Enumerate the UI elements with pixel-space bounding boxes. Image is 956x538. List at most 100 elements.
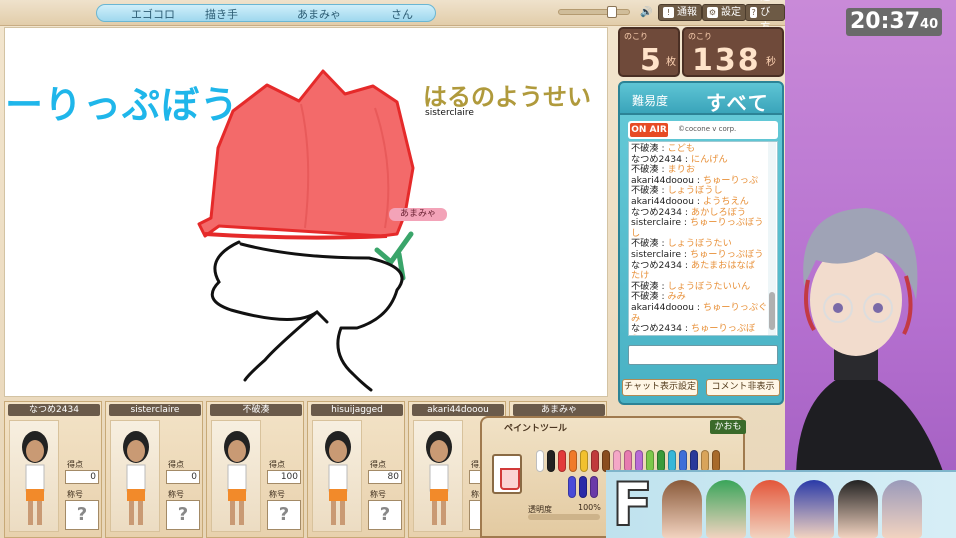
player-card[interactable]: 不破湊 得点 100 称号? (206, 401, 304, 538)
bucket-icon[interactable] (492, 454, 522, 494)
player-figure (22, 431, 48, 525)
color-swatch[interactable] (536, 450, 544, 472)
points-label: 得点 (67, 460, 83, 469)
onair-bar: ON AIR ©cocone v corp. (628, 121, 778, 139)
member-face-1 (662, 480, 702, 538)
title-value: ? (65, 500, 99, 530)
settings-label: 設定 (721, 7, 741, 18)
difficulty-panel: 難易度 すべて (618, 81, 784, 115)
banner-letter: F (611, 470, 654, 538)
color-swatch[interactable] (701, 450, 709, 472)
color-swatch[interactable] (602, 450, 610, 472)
report-button[interactable]: ! 通報 (658, 4, 702, 21)
help-icon: ? (750, 7, 758, 18)
volume-slider[interactable] (558, 6, 630, 18)
color-swatch[interactable] (579, 476, 587, 498)
player-figure (224, 431, 250, 525)
settings-icon: ⚙ (707, 7, 718, 18)
member-face-2 (706, 480, 746, 538)
chat-text: にんげん (690, 153, 728, 165)
stream-screen: エゴコロ 描き手 あまみゃ さん 🔊 !通報 ⚙設定 ?遊び方 20:3740 … (0, 0, 956, 538)
clock-time: 20:37 (850, 9, 921, 34)
chat-user: 不破湊 (631, 185, 659, 197)
player-name: sisterclaire (109, 404, 201, 416)
member-face-3 (750, 480, 790, 538)
title-label: 称号 (67, 490, 83, 499)
paint-tool-title: ペイントツール (504, 424, 568, 434)
color-swatch[interactable] (690, 450, 698, 472)
title-value: ? (166, 500, 200, 530)
clock-seconds: 40 (920, 17, 939, 32)
chat-text: しょうぼうたい (667, 238, 732, 250)
cursor-tag: あまみゃ (389, 208, 447, 221)
player-figure (325, 431, 351, 525)
drawing-canvas[interactable]: ーりっぷぼう はるのようせい sisterclaire あまみゃ (4, 27, 608, 397)
color-swatch[interactable] (591, 450, 599, 472)
points-label: 得点 (269, 460, 285, 469)
settings-button[interactable]: ⚙ 設定 (702, 4, 746, 21)
color-swatch[interactable] (568, 476, 576, 498)
chat-text: まりお (667, 164, 696, 176)
drawer-name: はるのようせい (423, 83, 591, 111)
chat-text: あたまおはなば (690, 259, 755, 271)
player-avatar (211, 420, 261, 532)
topic-word-drawer: あまみゃ (297, 8, 341, 21)
streamer-avatar (796, 208, 946, 480)
color-swatch[interactable] (624, 450, 632, 472)
player-name: hisuijagged (311, 404, 403, 416)
title-value: ? (267, 500, 301, 530)
color-swatch[interactable] (712, 450, 720, 472)
color-swatch[interactable] (547, 450, 555, 472)
topic-word-role: 描き手 (205, 8, 238, 21)
color-swatch[interactable] (613, 450, 621, 472)
seconds-label: のこり (688, 32, 712, 41)
player-card[interactable]: sisterclaire 得点 0 称号? (105, 401, 203, 538)
chat-user: sisterclaire (631, 217, 681, 229)
chat-text: みみ (667, 291, 686, 303)
help-button[interactable]: ?遊び方 (745, 0, 785, 33)
chat-user: sisterclaire (631, 248, 681, 260)
chat-text: ちゅーりっぷぼ (690, 323, 756, 335)
answer-text: ーりっぷぼう (5, 83, 240, 127)
player-name: なつめ2434 (8, 404, 100, 416)
opacity-value: 100% (578, 503, 601, 512)
difficulty-value: すべて (706, 91, 770, 115)
speaker-button[interactable]: 🔊 (636, 4, 656, 21)
speaker-icon: 🔊 (640, 7, 653, 18)
player-figure (123, 431, 149, 525)
title-label: 称号 (370, 490, 386, 499)
color-swatch[interactable] (590, 476, 598, 498)
seconds-value: 138 (692, 43, 761, 78)
drawer-sub: sisterclaire (425, 108, 474, 118)
player-avatar (110, 420, 160, 532)
chat-settings-button[interactable]: チャット表示設定 (622, 379, 698, 396)
topic-word-game: エゴコロ (131, 8, 175, 21)
color-swatch[interactable] (580, 450, 588, 472)
player-figure (426, 431, 452, 525)
title-label: 称号 (168, 490, 184, 499)
color-swatch[interactable] (635, 450, 643, 472)
color-swatch[interactable] (569, 450, 577, 472)
points-value: 100 (267, 470, 301, 484)
player-avatar (312, 420, 362, 532)
player-name: akari44dooou (412, 404, 504, 416)
body-drawing (210, 240, 404, 392)
player-card[interactable]: なつめ2434 得点 0 称号? (4, 401, 102, 538)
member-face-5 (838, 480, 878, 538)
title-value: ? (368, 500, 402, 530)
sheets-unit: 枚 (666, 57, 676, 68)
chat-user: 不破湊 (631, 164, 659, 176)
chat-user: akari44dooou (631, 195, 694, 207)
player-card[interactable]: hisuijagged 得点 80 称号? (307, 401, 405, 538)
color-swatch[interactable] (668, 450, 676, 472)
opacity-slider[interactable] (528, 514, 600, 520)
topic-word-suffix: さん (391, 8, 413, 21)
color-swatch[interactable] (646, 450, 654, 472)
color-swatch[interactable] (679, 450, 687, 472)
chat-text: ちゅーりっぷぼう (689, 217, 764, 229)
color-swatch[interactable] (657, 450, 665, 472)
color-swatch[interactable] (558, 450, 566, 472)
chat-text: しょうぼうし (667, 185, 723, 197)
chat-user: なつめ2434 (631, 259, 682, 271)
volume-knob[interactable] (607, 6, 617, 18)
